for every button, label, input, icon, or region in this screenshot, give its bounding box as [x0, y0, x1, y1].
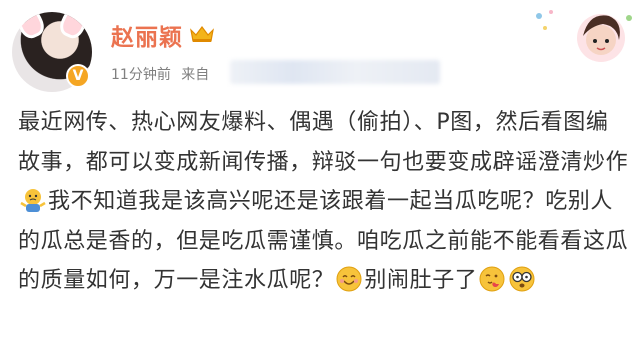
smile-emoji-icon: [336, 266, 362, 292]
post-text-part-3: 别闹肚子了: [364, 268, 478, 294]
kiss-emoji-icon: [479, 266, 505, 292]
blurred-source: [230, 60, 440, 84]
bunny-ear-left-icon: [12, 12, 48, 42]
crown-icon: [190, 26, 214, 42]
post-text: 最近网传、热心网友爆料、偶遇（偷拍）、P图，然后看图编故事，都可以变成新闻传播，…: [18, 103, 630, 301]
glasses-emoji-icon: [509, 266, 535, 292]
shrug-emoji-icon: [20, 189, 46, 213]
post-meta: 11分钟前 来自: [111, 64, 215, 84]
bunny-ear-right-icon: [56, 12, 92, 42]
post-time[interactable]: 11分钟前: [111, 67, 171, 83]
post-text-part-1: 最近网传、热心网友爆料、偶遇（偷拍）、P图，然后看图编故事，都可以变成新闻传播，…: [18, 110, 629, 175]
post-source-prefix: 来自: [181, 67, 210, 83]
post-text-part-2: 我不知道我是该高兴呢还是该跟着一起当瓜吃呢？吃别人的瓜总是香的，但是吃瓜需谨慎。…: [18, 189, 629, 294]
corner-avatar-art-icon: [536, 10, 632, 62]
username[interactable]: 赵丽颖: [111, 18, 183, 52]
verified-badge-icon: V: [66, 64, 90, 88]
